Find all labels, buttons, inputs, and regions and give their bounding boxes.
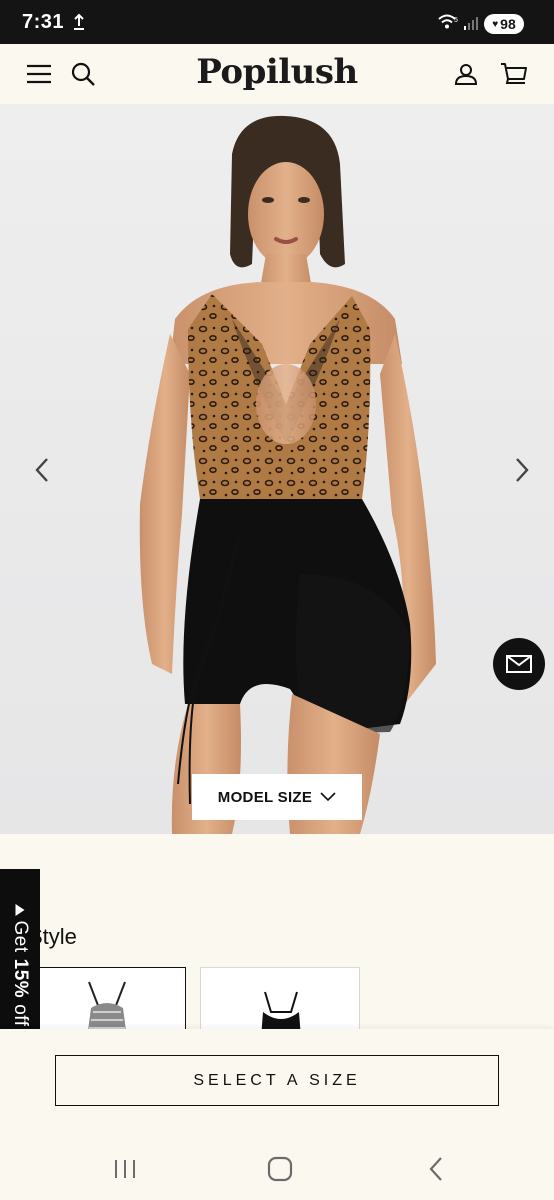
style-option-1-image [87,981,127,1036]
chevron-left-icon[interactable] [28,456,56,484]
status-time: 7:31 [22,11,65,33]
system-nav-bar [0,1137,554,1200]
discount-percent: 15% [10,958,31,999]
svg-text:5: 5 [454,17,458,24]
style-option-1[interactable] [26,967,186,1037]
back-icon[interactable] [418,1151,454,1187]
model-size-button[interactable]: MODEL SIZE [192,774,362,820]
home-icon[interactable] [262,1151,298,1187]
discount-suffix: off [10,1004,31,1027]
triangle-right-icon [15,904,25,917]
style-option-2-image [261,991,301,1036]
battery-level: 98 [500,16,516,32]
discount-prefix: Get [10,920,31,953]
model-size-label: MODEL SIZE [217,788,313,806]
mail-icon[interactable] [493,638,545,690]
style-option-2[interactable] [200,967,360,1037]
select-size-button[interactable]: SELECT A SIZE [55,1055,499,1106]
chevron-right-icon[interactable] [508,456,536,484]
upload-icon [72,13,86,36]
signal-icon [463,15,479,36]
product-image-carousel[interactable]: MODEL SIZE [0,104,554,834]
chevron-down-icon [320,789,336,806]
account-icon[interactable] [452,60,480,88]
status-bar: 7:31 5 ♥ 98 [0,0,554,44]
wifi-icon: 5 [437,14,459,35]
battery-icon: ♥ 98 [484,14,524,34]
site-header: Popilush [0,44,554,104]
cart-icon[interactable] [500,60,528,88]
product-photo [139,115,436,834]
recent-apps-icon[interactable] [107,1151,143,1187]
bottom-action-bar: SELECT A SIZE [0,1029,554,1137]
